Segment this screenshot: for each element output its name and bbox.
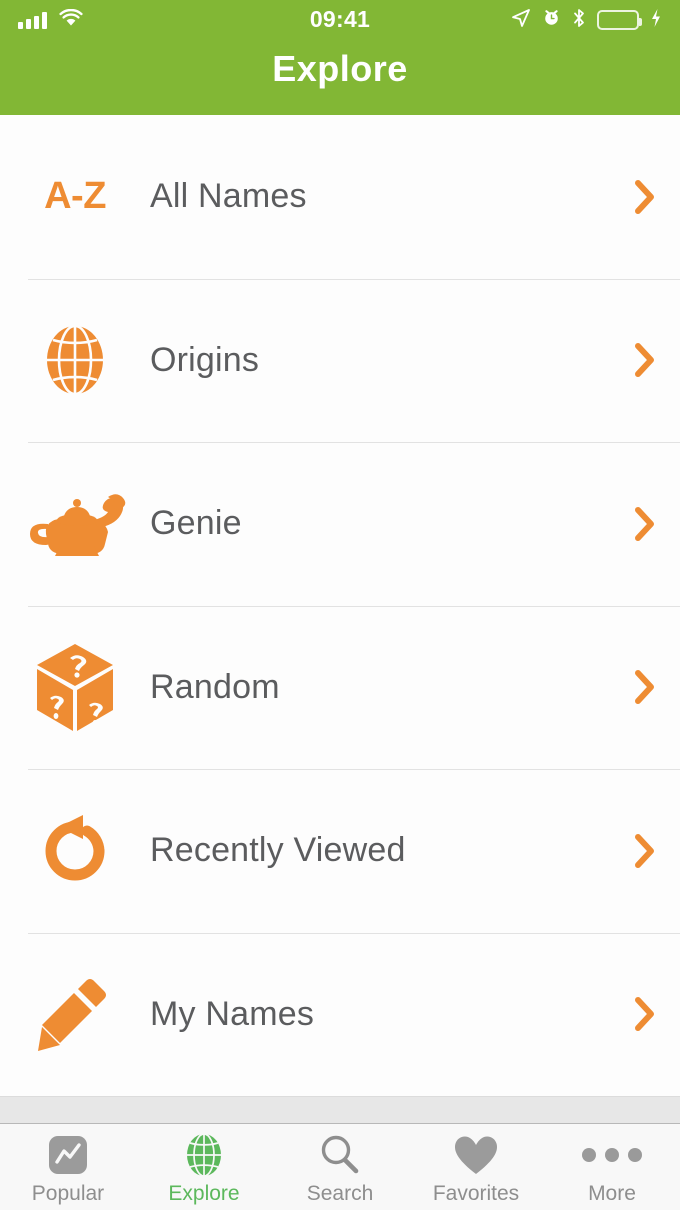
- list-item-label: Origins: [150, 340, 260, 379]
- a-to-z-icon-label: A-Z: [44, 175, 106, 218]
- list-item-all-names[interactable]: A-Z All Names: [0, 115, 680, 279]
- tab-explore[interactable]: Explore: [136, 1124, 272, 1210]
- tab-label: Favorites: [432, 1182, 520, 1205]
- tab-label: Popular: [31, 1182, 105, 1205]
- list-item-label: All Names: [150, 177, 307, 216]
- chevron-right-icon[interactable]: [610, 340, 680, 380]
- history-rotate-icon: [0, 809, 150, 893]
- tab-more[interactable]: More: [544, 1124, 680, 1210]
- app-screen: 09:41 Explore A-Z All Names Origins Geni…: [0, 0, 680, 1210]
- location-arrow-icon: [511, 8, 531, 33]
- ellipsis-icon: [582, 1133, 642, 1177]
- globe-icon: [0, 322, 150, 398]
- list-item-origins[interactable]: Origins: [0, 278, 680, 442]
- tab-search[interactable]: Search: [272, 1124, 408, 1210]
- explore-list: A-Z All Names Origins Genie Random Recen…: [0, 115, 680, 1096]
- list-item-genie[interactable]: Genie: [0, 442, 680, 606]
- globe-icon: [184, 1133, 224, 1177]
- chevron-right-icon[interactable]: [610, 994, 680, 1034]
- magic-lamp-icon: [0, 484, 150, 564]
- bluetooth-icon: [572, 8, 586, 33]
- chevron-right-icon[interactable]: [610, 667, 680, 707]
- list-item-label: Genie: [150, 504, 242, 543]
- tab-label: Search: [306, 1182, 374, 1205]
- tab-favorites[interactable]: Favorites: [408, 1124, 544, 1210]
- list-item-label: Recently Viewed: [150, 831, 406, 870]
- list-item-random[interactable]: Random: [0, 605, 680, 769]
- tab-label: More: [588, 1182, 636, 1205]
- tab-popular[interactable]: Popular: [0, 1124, 136, 1210]
- question-dice-icon: [0, 641, 150, 733]
- app-header: 09:41 Explore: [0, 0, 680, 115]
- pencil-icon: [0, 973, 150, 1055]
- status-bar-right: [511, 8, 662, 33]
- list-item-label: My Names: [150, 994, 315, 1033]
- battery-icon: [597, 10, 642, 30]
- charging-bolt-icon: [650, 8, 662, 33]
- a-to-z-icon: A-Z: [0, 175, 150, 218]
- heart-icon: [453, 1133, 499, 1177]
- list-item-my-names[interactable]: My Names: [0, 932, 680, 1096]
- chevron-right-icon[interactable]: [610, 177, 680, 217]
- chart-line-icon: [46, 1133, 90, 1177]
- chevron-right-icon[interactable]: [610, 504, 680, 544]
- page-title: Explore: [272, 48, 408, 89]
- chevron-right-icon[interactable]: [610, 831, 680, 871]
- list-item-recently-viewed[interactable]: Recently Viewed: [0, 769, 680, 933]
- list-item-label: Random: [150, 667, 280, 706]
- search-icon: [318, 1133, 362, 1177]
- alarm-clock-icon: [542, 8, 561, 32]
- scroll-spacer: [0, 1096, 680, 1123]
- tab-bar: Popular Explore Search Favorites More: [0, 1123, 680, 1210]
- status-bar: 09:41: [0, 0, 680, 40]
- tab-label: Explore: [168, 1182, 240, 1205]
